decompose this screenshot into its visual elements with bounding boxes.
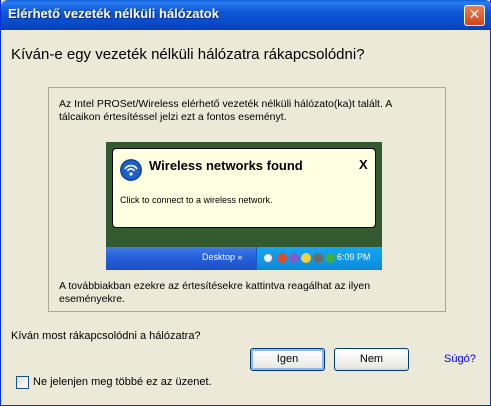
taskbar-desktop-label: Desktop » <box>202 252 243 262</box>
system-tray: 6:09 PM <box>256 247 382 270</box>
intro-line-1: Az Intel PROSet/Wireless elérhető vezeté… <box>59 98 393 110</box>
outro-line-2: eseményekre. <box>59 293 125 305</box>
window-title: Elérhető vezeték nélküli hálózatok <box>8 6 219 21</box>
info-panel: Az Intel PROSet/Wireless elérhető vezeté… <box>48 87 446 312</box>
yes-button[interactable]: Igen <box>250 348 325 371</box>
intro-line-2: tálcaikon értesítéssel jelzi ezt a fonto… <box>59 111 287 123</box>
no-button[interactable]: Nem <box>334 348 409 371</box>
main-question: Kíván-e egy vezeték nélküli hálózatra rá… <box>11 46 365 63</box>
outro-text: A továbbiakban ezekre az értesítésekre k… <box>59 280 439 306</box>
dont-show-again-checkbox[interactable] <box>16 376 29 389</box>
help-link[interactable]: Súgó? <box>444 353 476 365</box>
dialog-window: Elérhető vezeték nélküli hálózatok ✕ Kív… <box>0 0 491 406</box>
notification-screenshot: Wireless networks found X Click to conne… <box>106 142 382 270</box>
notification-close-icon: X <box>359 157 368 172</box>
notification-title: Wireless networks found <box>149 158 303 173</box>
tray-wireless-icon <box>301 253 311 263</box>
tray-app-icon <box>289 253 299 263</box>
connect-prompt: Kíván most rákapcsolódni a hálózatra? <box>11 330 201 342</box>
wireless-icon <box>120 159 142 181</box>
outro-line-1: A továbbiakban ezekre az értesítésekre k… <box>59 280 371 292</box>
notification-balloon: Wireless networks found X Click to conne… <box>112 148 376 228</box>
tray-app-icon <box>325 253 335 263</box>
title-bar[interactable]: Elérhető vezeték nélküli hálózatok ✕ <box>1 0 491 30</box>
intro-text: Az Intel PROSet/Wireless elérhető vezeté… <box>59 98 439 124</box>
close-button[interactable]: ✕ <box>464 5 485 26</box>
notification-body: Click to connect to a wireless network. <box>120 195 273 205</box>
tray-app-icon <box>277 253 287 263</box>
dont-show-again-label[interactable]: Ne jelenjen meg többé ez az üzenet. <box>33 376 212 388</box>
tray-arrow-icon <box>263 253 273 263</box>
tray-app-icon <box>313 253 323 263</box>
taskbar-clock: 6:09 PM <box>337 252 371 262</box>
taskbar-chevron-icon: » <box>237 252 243 262</box>
taskbar: Desktop » 6:09 PM <box>106 247 382 270</box>
